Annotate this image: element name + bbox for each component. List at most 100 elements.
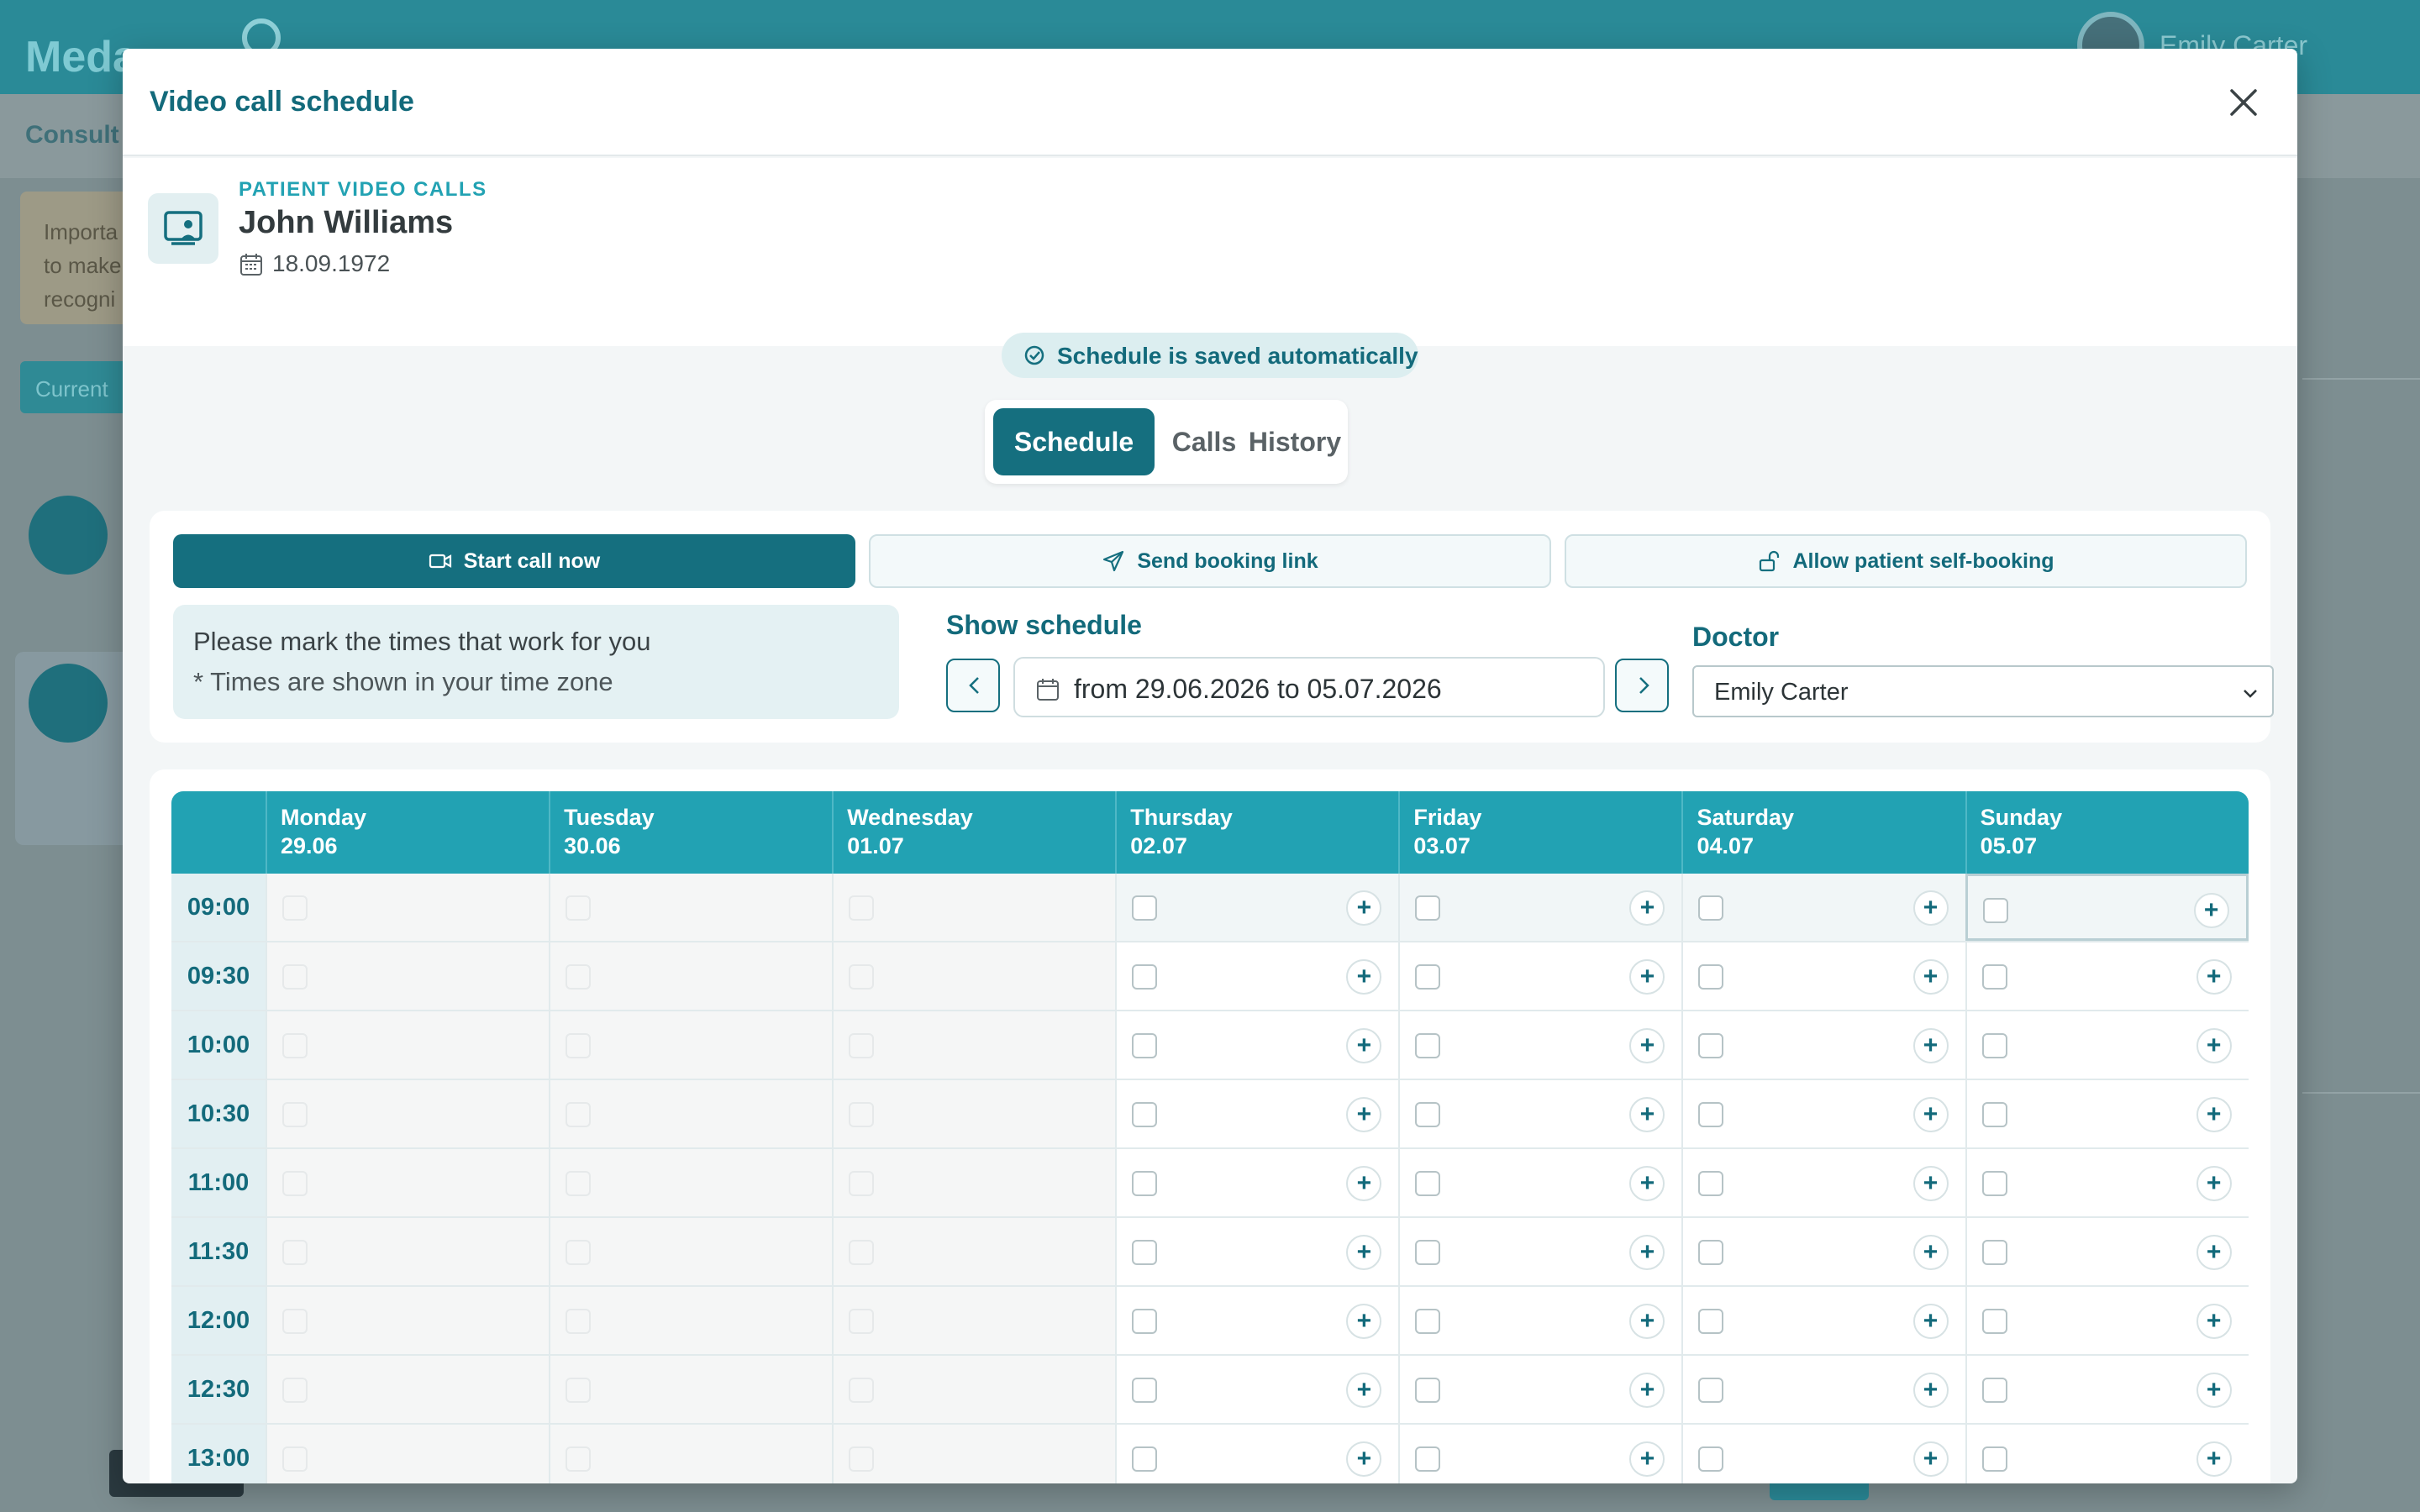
time-slot[interactable]: + bbox=[1681, 1149, 1965, 1216]
time-slot[interactable]: + bbox=[1965, 874, 2249, 941]
slot-checkbox[interactable] bbox=[1415, 964, 1441, 990]
close-icon[interactable] bbox=[2225, 84, 2262, 121]
slot-checkbox[interactable] bbox=[1132, 1033, 1158, 1058]
add-slot-icon[interactable]: + bbox=[1629, 1441, 1665, 1477]
add-slot-icon[interactable]: + bbox=[1346, 1028, 1382, 1063]
slot-checkbox[interactable] bbox=[1415, 1033, 1441, 1058]
date-range-field[interactable]: from 29.06.2026 to 05.07.2026 bbox=[1013, 657, 1605, 717]
time-slot[interactable]: + bbox=[1115, 1287, 1399, 1354]
send-booking-link-button[interactable]: Send booking link bbox=[869, 534, 1551, 588]
time-slot[interactable]: + bbox=[1681, 1425, 1965, 1483]
slot-checkbox[interactable] bbox=[1132, 895, 1158, 921]
slot-checkbox[interactable] bbox=[1698, 1033, 1724, 1058]
add-slot-icon[interactable]: + bbox=[2196, 1028, 2232, 1063]
time-slot[interactable]: + bbox=[1681, 1011, 1965, 1079]
add-slot-icon[interactable]: + bbox=[1629, 1373, 1665, 1408]
time-slot[interactable]: + bbox=[1965, 1218, 2249, 1285]
add-slot-icon[interactable]: + bbox=[2196, 1441, 2232, 1477]
add-slot-icon[interactable]: + bbox=[2196, 1166, 2232, 1201]
time-slot[interactable]: + bbox=[1115, 1425, 1399, 1483]
time-slot[interactable]: + bbox=[1681, 1080, 1965, 1147]
slot-checkbox[interactable] bbox=[1415, 1240, 1441, 1265]
add-slot-icon[interactable]: + bbox=[1629, 959, 1665, 995]
time-slot[interactable]: + bbox=[1115, 874, 1399, 941]
time-slot[interactable]: + bbox=[1398, 942, 1682, 1010]
slot-checkbox[interactable] bbox=[1698, 1240, 1724, 1265]
add-slot-icon[interactable]: + bbox=[1346, 890, 1382, 926]
slot-checkbox[interactable] bbox=[1698, 1309, 1724, 1334]
add-slot-icon[interactable]: + bbox=[2196, 1097, 2232, 1132]
time-slot[interactable]: + bbox=[1965, 1080, 2249, 1147]
add-slot-icon[interactable]: + bbox=[1912, 1028, 1949, 1063]
time-slot[interactable]: + bbox=[1398, 1287, 1682, 1354]
slot-checkbox[interactable] bbox=[1415, 1309, 1441, 1334]
add-slot-icon[interactable]: + bbox=[2193, 893, 2229, 928]
slot-checkbox[interactable] bbox=[1981, 1240, 2007, 1265]
add-slot-icon[interactable]: + bbox=[2196, 1373, 2232, 1408]
slot-checkbox[interactable] bbox=[1981, 964, 2007, 990]
time-slot[interactable]: + bbox=[1115, 1080, 1399, 1147]
slot-checkbox[interactable] bbox=[1132, 1309, 1158, 1334]
time-slot[interactable]: + bbox=[1115, 1011, 1399, 1079]
slot-checkbox[interactable] bbox=[1132, 1378, 1158, 1403]
slot-checkbox[interactable] bbox=[1132, 1171, 1158, 1196]
allow-self-booking-button[interactable]: Allow patient self-booking bbox=[1565, 534, 2247, 588]
add-slot-icon[interactable]: + bbox=[1912, 1304, 1949, 1339]
slot-checkbox[interactable] bbox=[1415, 895, 1441, 921]
slot-checkbox[interactable] bbox=[1981, 1378, 2007, 1403]
slot-checkbox[interactable] bbox=[1132, 1102, 1158, 1127]
add-slot-icon[interactable]: + bbox=[1912, 890, 1949, 926]
previous-week-button[interactable] bbox=[946, 659, 1000, 712]
tab-history[interactable]: History bbox=[1249, 408, 1341, 475]
add-slot-icon[interactable]: + bbox=[1912, 1166, 1949, 1201]
slot-checkbox[interactable] bbox=[1132, 1446, 1158, 1472]
time-slot[interactable]: + bbox=[1398, 1356, 1682, 1423]
add-slot-icon[interactable]: + bbox=[1346, 1304, 1382, 1339]
slot-checkbox[interactable] bbox=[1981, 1446, 2007, 1472]
slot-checkbox[interactable] bbox=[1698, 1171, 1724, 1196]
add-slot-icon[interactable]: + bbox=[1346, 1441, 1382, 1477]
add-slot-icon[interactable]: + bbox=[1629, 1166, 1665, 1201]
slot-checkbox[interactable] bbox=[1698, 1102, 1724, 1127]
time-slot[interactable]: + bbox=[1115, 1149, 1399, 1216]
slot-checkbox[interactable] bbox=[1981, 1171, 2007, 1196]
slot-checkbox[interactable] bbox=[1415, 1378, 1441, 1403]
time-slot[interactable]: + bbox=[1965, 1011, 2249, 1079]
add-slot-icon[interactable]: + bbox=[2196, 959, 2232, 995]
time-slot[interactable]: + bbox=[1398, 1218, 1682, 1285]
time-slot[interactable]: + bbox=[1965, 1149, 2249, 1216]
add-slot-icon[interactable]: + bbox=[1912, 1373, 1949, 1408]
add-slot-icon[interactable]: + bbox=[1346, 1166, 1382, 1201]
slot-checkbox[interactable] bbox=[1981, 1102, 2007, 1127]
time-slot[interactable]: + bbox=[1398, 1425, 1682, 1483]
add-slot-icon[interactable]: + bbox=[1912, 959, 1949, 995]
time-slot[interactable]: + bbox=[1115, 942, 1399, 1010]
add-slot-icon[interactable]: + bbox=[1912, 1235, 1949, 1270]
slot-checkbox[interactable] bbox=[1132, 964, 1158, 990]
add-slot-icon[interactable]: + bbox=[1629, 1235, 1665, 1270]
slot-checkbox[interactable] bbox=[1698, 964, 1724, 990]
add-slot-icon[interactable]: + bbox=[1629, 1097, 1665, 1132]
add-slot-icon[interactable]: + bbox=[1346, 959, 1382, 995]
start-call-button[interactable]: Start call now bbox=[173, 534, 855, 588]
time-slot[interactable]: + bbox=[1965, 1356, 2249, 1423]
add-slot-icon[interactable]: + bbox=[2196, 1304, 2232, 1339]
time-slot[interactable]: + bbox=[1965, 942, 2249, 1010]
add-slot-icon[interactable]: + bbox=[2196, 1235, 2232, 1270]
add-slot-icon[interactable]: + bbox=[1346, 1373, 1382, 1408]
add-slot-icon[interactable]: + bbox=[1346, 1097, 1382, 1132]
time-slot[interactable]: + bbox=[1115, 1218, 1399, 1285]
add-slot-icon[interactable]: + bbox=[1346, 1235, 1382, 1270]
doctor-select[interactable]: Emily Carter bbox=[1692, 665, 2274, 717]
slot-checkbox[interactable] bbox=[1132, 1240, 1158, 1265]
time-slot[interactable]: + bbox=[1681, 874, 1965, 941]
add-slot-icon[interactable]: + bbox=[1912, 1097, 1949, 1132]
time-slot[interactable]: + bbox=[1398, 1149, 1682, 1216]
slot-checkbox[interactable] bbox=[1981, 1033, 2007, 1058]
tab-calls[interactable]: Calls bbox=[1163, 408, 1245, 475]
add-slot-icon[interactable]: + bbox=[1629, 890, 1665, 926]
slot-checkbox[interactable] bbox=[1698, 1378, 1724, 1403]
slot-checkbox[interactable] bbox=[1698, 1446, 1724, 1472]
tab-schedule[interactable]: Schedule bbox=[993, 408, 1155, 475]
time-slot[interactable]: + bbox=[1965, 1287, 2249, 1354]
